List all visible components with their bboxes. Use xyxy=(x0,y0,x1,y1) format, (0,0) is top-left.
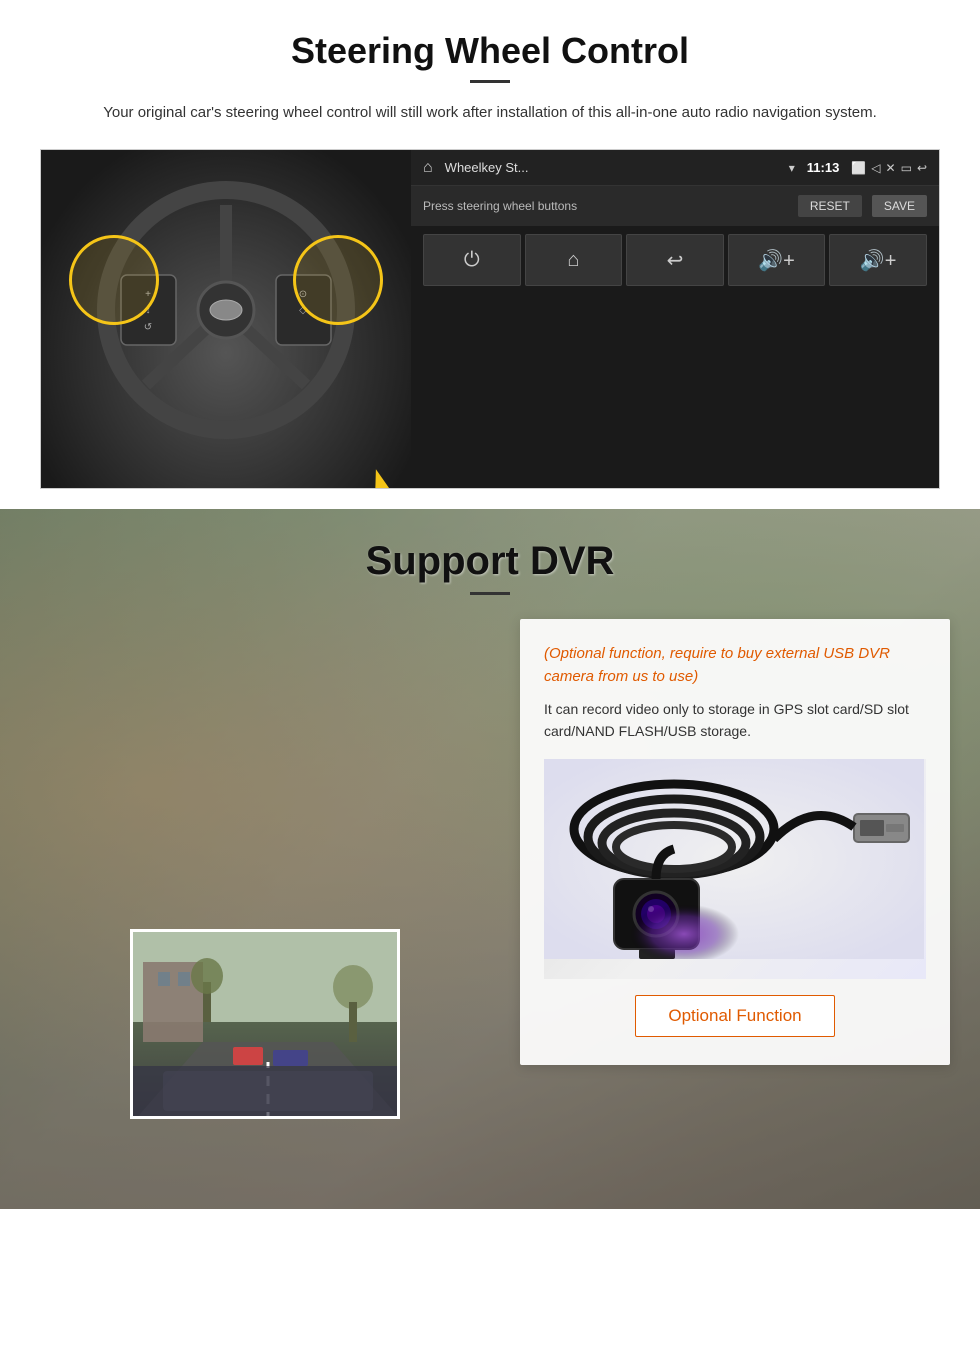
dvr-title-divider xyxy=(470,592,510,595)
swc-photo-inner: + ↕ ↺ ⊙ ◇ xyxy=(41,150,411,488)
swc-title: Steering Wheel Control xyxy=(40,30,940,72)
dvr-thumbnail xyxy=(130,929,400,1119)
swc-function-buttons: ⏻ ⌂ ↩ 🔊+ 🔊+ xyxy=(411,226,939,294)
dvr-description: It can record video only to storage in G… xyxy=(544,698,926,743)
dvr-thumb-inner xyxy=(133,932,397,1116)
dvr-title: Support DVR xyxy=(0,539,980,584)
swc-action-bar: Press steering wheel buttons RESET SAVE xyxy=(411,186,939,226)
dvr-optional-text: (Optional function, require to buy exter… xyxy=(544,643,926,688)
window-icon: ▭ xyxy=(901,161,912,175)
swc-title-divider xyxy=(470,80,510,83)
yellow-circle-left xyxy=(69,235,159,325)
yellow-circle-right xyxy=(293,235,383,325)
power-button[interactable]: ⏻ xyxy=(423,234,521,286)
status-icons: ▾ xyxy=(789,161,795,175)
swc-photo: + ↕ ↺ ⊙ ◇ xyxy=(41,150,411,488)
swc-bar-label: Press steering wheel buttons xyxy=(423,199,788,213)
vol-up-button-1[interactable]: 🔊+ xyxy=(728,234,826,286)
dvr-thumb-car xyxy=(133,929,400,1116)
steering-wheel-section: Steering Wheel Control Your original car… xyxy=(0,0,980,509)
swc-screen: ⌂ Wheelkey St... ▾ 11:13 ⬜ ◁ ✕ ▭ ↩ Press… xyxy=(411,150,939,488)
dvr-camera-area xyxy=(544,759,926,979)
save-button[interactable]: SAVE xyxy=(872,195,927,217)
reset-button[interactable]: RESET xyxy=(798,195,862,217)
camera-icon: ⬜ xyxy=(851,161,866,175)
home-button[interactable]: ⌂ xyxy=(525,234,623,286)
dvr-section: Support DVR xyxy=(0,509,980,1209)
close-icon: ✕ xyxy=(886,161,896,175)
home-icon: ⌂ xyxy=(423,159,433,177)
dvr-camera-svg xyxy=(544,759,924,959)
back-nav-icon: ↩ xyxy=(917,161,927,175)
dvr-title-block: Support DVR xyxy=(0,509,980,595)
back-button[interactable]: ↩ xyxy=(626,234,724,286)
dvr-info-card: (Optional function, require to buy exter… xyxy=(520,619,950,1065)
right-icons: ⬜ ◁ ✕ ▭ ↩ xyxy=(851,161,927,175)
swc-app-name: Wheelkey St... xyxy=(445,160,777,175)
swc-time: 11:13 xyxy=(807,160,840,175)
vol-up-button-2[interactable]: 🔊+ xyxy=(829,234,927,286)
volume-icon: ◁ xyxy=(871,161,880,175)
optional-function-button[interactable]: Optional Function xyxy=(635,995,834,1037)
svg-text:↺: ↺ xyxy=(144,322,152,333)
wifi-icon: ▾ xyxy=(789,161,795,175)
swc-screen-header: ⌂ Wheelkey St... ▾ 11:13 ⬜ ◁ ✕ ▭ ↩ xyxy=(411,150,939,186)
swc-subtitle: Your original car's steering wheel contr… xyxy=(40,101,940,125)
swc-image-area: + ↕ ↺ ⊙ ◇ ⌂ xyxy=(40,149,940,489)
optional-function-btn-wrap: Optional Function xyxy=(544,995,926,1037)
